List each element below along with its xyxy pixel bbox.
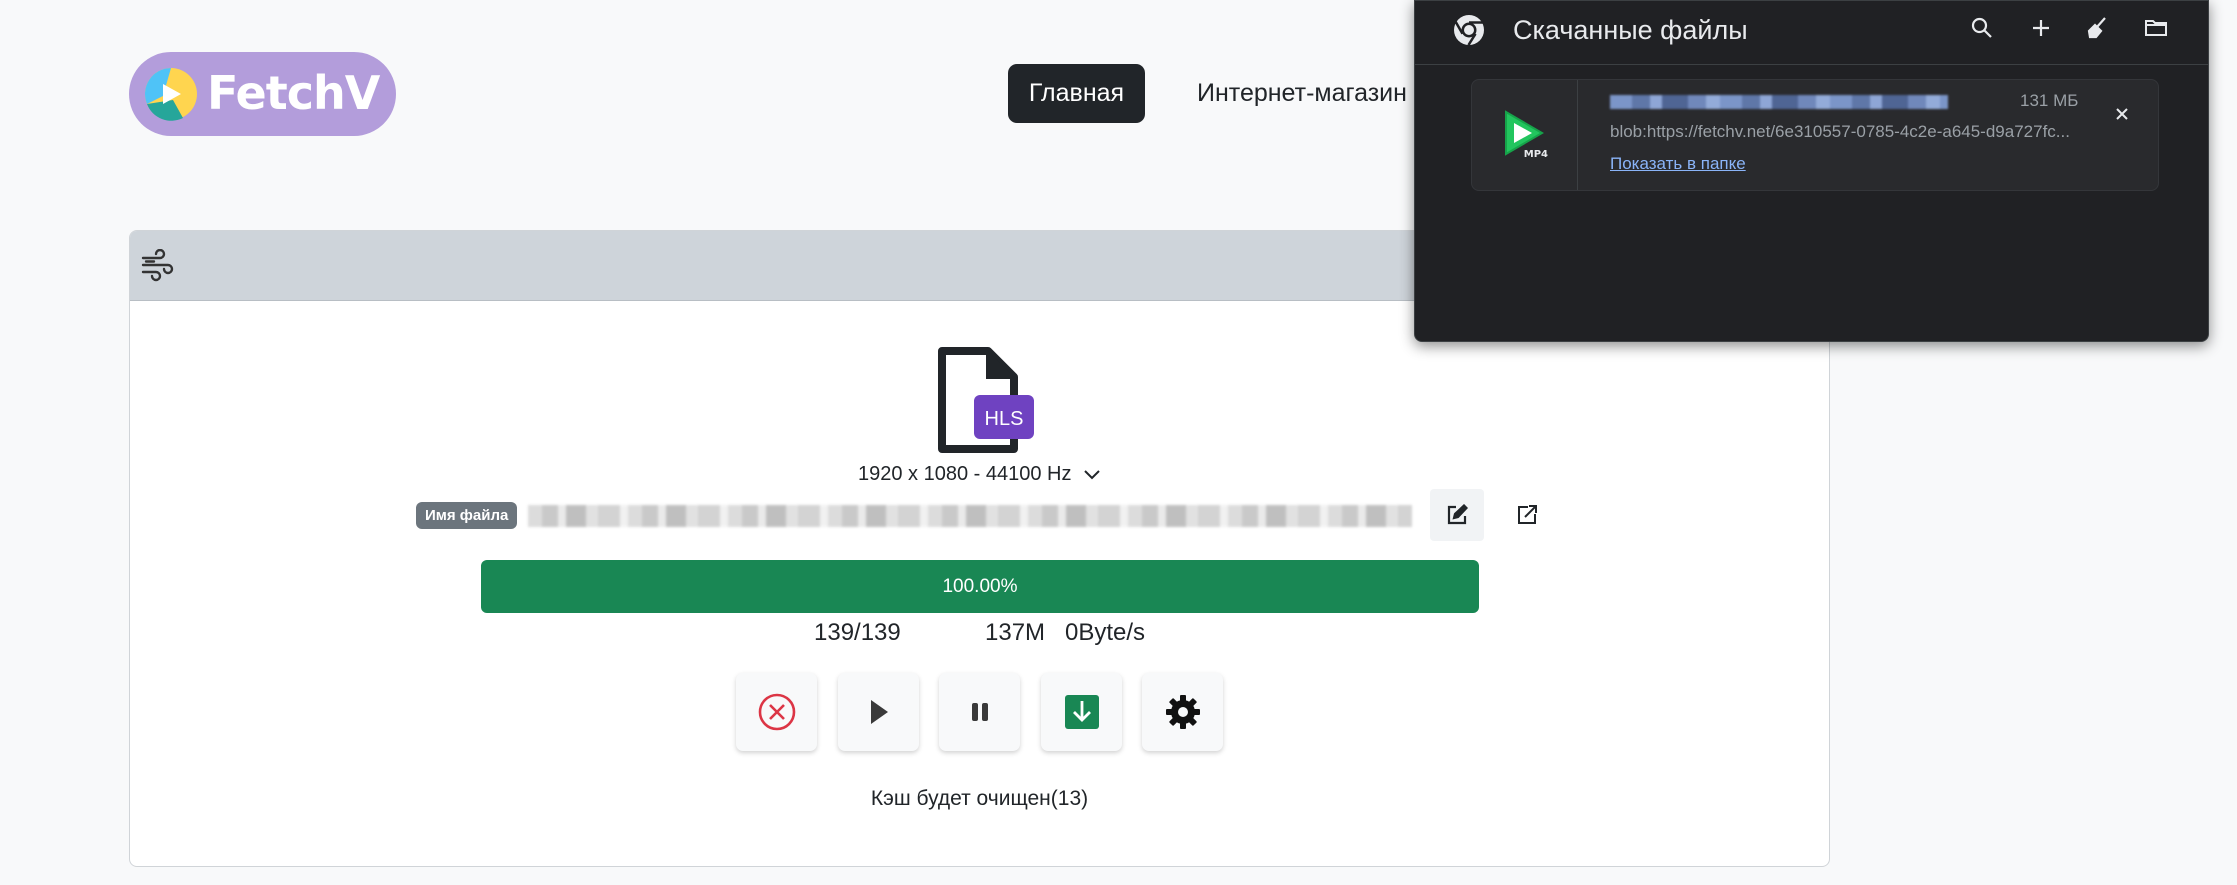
close-icon[interactable]	[2112, 104, 2132, 124]
progress-fill: 100.00%	[481, 560, 1479, 613]
hls-badge-text: HLS	[985, 408, 1024, 430]
cancel-icon	[758, 693, 795, 731]
download-url: blob:https://fetchv.net/6e310557-0785-4c…	[1610, 122, 2070, 141]
wind-icon[interactable]	[140, 249, 176, 283]
downloads-header: Скачанные файлы	[1415, 1, 2208, 65]
logo-text: FetchV	[207, 66, 380, 120]
download-speed: 0Byte/s	[1065, 619, 1146, 646]
download-item[interactable]: MP4 131 МБ blob:https://fetchv.net/6e310…	[1471, 79, 2159, 191]
downloaded-size: 137M	[985, 619, 1046, 646]
save-button[interactable]	[1041, 673, 1122, 751]
show-in-folder-link[interactable]: Показать в папке	[1610, 153, 1746, 175]
media-info[interactable]: 1920 x 1080 - 44100 Hz	[130, 463, 1829, 486]
logo-mark-icon	[145, 68, 197, 121]
mp4-video-icon: MP4	[1505, 110, 1548, 160]
play-button[interactable]	[838, 673, 919, 751]
settings-button[interactable]	[1142, 673, 1223, 751]
edit-filename-button[interactable]	[1430, 489, 1484, 541]
nav-shop-link[interactable]: Интернет-магазин	[1197, 64, 1407, 123]
cancel-button[interactable]	[736, 673, 817, 751]
external-link-icon	[1518, 505, 1537, 524]
pause-button[interactable]	[939, 673, 1020, 751]
chevron-down-icon	[1084, 470, 1100, 480]
chrome-icon	[1454, 15, 1484, 46]
play-icon	[870, 700, 888, 724]
download-size: 131 МБ	[2020, 91, 2079, 110]
filename-label: Имя файла	[416, 502, 518, 529]
mp4-badge-text: MP4	[1524, 149, 1548, 160]
item-divider	[1577, 80, 1578, 190]
clear-all-icon[interactable]	[2085, 15, 2111, 41]
downloads-popup: Скачанные файлы MP4 131 МБ blob:https://…	[1414, 0, 2209, 342]
search-icon[interactable]	[1969, 15, 1995, 41]
media-info-text: 1920 x 1080 - 44100 Hz	[857, 463, 1072, 485]
cache-notice: Кэш будет очищен(13)	[870, 787, 1089, 810]
hls-file-icon: HLS	[938, 347, 1034, 453]
fetchv-logo[interactable]: FetchV	[129, 52, 396, 136]
save-icon	[1064, 695, 1099, 729]
folder-icon[interactable]	[2143, 15, 2169, 41]
download-filename-redacted	[1610, 95, 1948, 109]
add-icon[interactable]	[2028, 15, 2054, 41]
open-external-button[interactable]	[1500, 489, 1554, 541]
download-progress-bar: 100.00%	[481, 560, 1479, 613]
filename-value-redacted	[528, 505, 1412, 527]
segment-count: 139/139	[814, 619, 901, 646]
gear-icon	[1165, 695, 1200, 729]
pause-icon	[971, 703, 988, 721]
nav-home-link[interactable]: Главная	[1008, 64, 1145, 123]
edit-icon	[1447, 504, 1468, 525]
downloads-title: Скачанные файлы	[1513, 15, 1748, 45]
